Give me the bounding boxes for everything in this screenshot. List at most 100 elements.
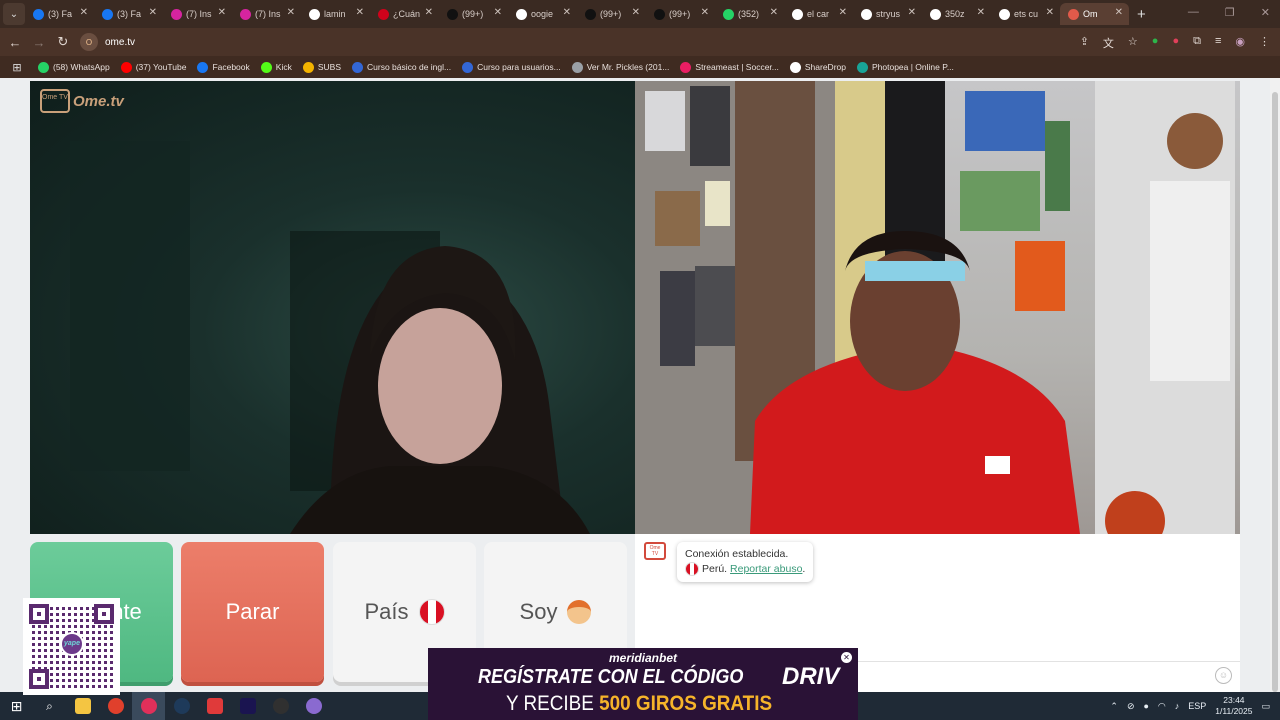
tab-close-icon[interactable]: ✕: [839, 7, 847, 18]
bookmark-item[interactable]: (37) YouTube: [120, 61, 186, 73]
stop-button[interactable]: Parar: [181, 542, 324, 682]
partner-country-line: Perú. Reportar abuso.: [685, 562, 805, 577]
apps-grid-icon[interactable]: ⊞: [4, 61, 30, 74]
logo-text: Ome.tv: [73, 92, 124, 110]
forward-icon[interactable]: →: [27, 35, 51, 50]
file-explorer-icon[interactable]: [66, 692, 99, 720]
browser-tab[interactable]: ets cu ✕: [991, 3, 1060, 25]
menu-icon[interactable]: ⋮: [1259, 35, 1270, 51]
network-off-icon[interactable]: ⊘: [1127, 701, 1135, 712]
install-app-icon[interactable]: ⇪: [1080, 35, 1089, 51]
clock[interactable]: 23:44 1/11/2025: [1215, 695, 1252, 717]
language-indicator[interactable]: ESP: [1188, 701, 1206, 711]
browser-tab[interactable]: (3) Fa ✕: [25, 3, 94, 25]
browser-tab[interactable]: (7) Ins ✕: [232, 3, 301, 25]
search-icon[interactable]: ⌕: [33, 692, 66, 720]
tab-close-icon[interactable]: ✕: [1115, 7, 1123, 18]
connection-status: Conexión establecida.: [685, 548, 789, 560]
minimize-icon[interactable]: —: [1188, 6, 1199, 19]
tab-favicon-icon: [1068, 8, 1079, 20]
bookmark-item[interactable]: Kick: [260, 61, 292, 73]
tab-close-icon[interactable]: ✕: [287, 7, 295, 18]
tab-close-icon[interactable]: ✕: [356, 7, 364, 18]
tab-close-icon[interactable]: ✕: [494, 7, 502, 18]
tab-close-icon[interactable]: ✕: [701, 7, 709, 18]
wifi-icon[interactable]: ◠: [1158, 701, 1166, 712]
bookmark-favicon-icon: [571, 61, 583, 73]
country-button-label: País: [364, 599, 409, 624]
bookmark-item[interactable]: Curso básico de ingl...: [352, 61, 451, 73]
browser-tab[interactable]: (352) ✕: [715, 3, 784, 25]
chrome-profile-icon[interactable]: [297, 692, 330, 720]
bookmark-item[interactable]: Curso para usuarios...: [462, 61, 561, 73]
browser-tab[interactable]: stryus ✕: [853, 3, 922, 25]
browser-tab[interactable]: oogie ✕: [508, 3, 577, 25]
tab-close-icon[interactable]: ✕: [563, 7, 571, 18]
browser-tab[interactable]: lamin ✕: [301, 3, 370, 25]
recorder-icon[interactable]: [198, 692, 231, 720]
browser-tab[interactable]: 350z ✕: [922, 3, 991, 25]
browser-tab[interactable]: (99+) ✕: [577, 3, 646, 25]
meridianbet-ad-banner[interactable]: meridianbet REGÍSTRATE CON EL CÓDIGO DRI…: [428, 648, 858, 720]
media-player-icon[interactable]: [132, 692, 165, 720]
scrollbar-thumb[interactable]: [1272, 92, 1278, 692]
tab-close-icon[interactable]: ✕: [1046, 7, 1054, 18]
extension-green-icon[interactable]: ●: [1152, 35, 1159, 51]
tab-close-icon[interactable]: ✕: [149, 7, 157, 18]
browser-tab[interactable]: (3) Fa ✕: [94, 3, 163, 25]
bookmark-favicon-icon: [197, 61, 209, 73]
browser-tab[interactable]: (99+) ✕: [646, 3, 715, 25]
bookmark-item[interactable]: (58) WhatsApp: [38, 61, 110, 73]
browser-tab[interactable]: ¿Cuán ✕: [370, 3, 439, 25]
tab-close-icon[interactable]: ✕: [770, 7, 778, 18]
bookmark-item[interactable]: Facebook: [197, 61, 250, 73]
bookmark-list: (58) WhatsApp (37) YouTube Facebook Kick SUB…: [38, 61, 965, 73]
bookmark-star-icon[interactable]: ☆: [1128, 35, 1138, 51]
bookmark-item[interactable]: Ver Mr. Pickles (201...: [571, 61, 669, 73]
tab-close-icon[interactable]: ✕: [977, 7, 985, 18]
bookmark-item[interactable]: Photopea | Online P...: [856, 61, 954, 73]
recorder-shape: [206, 698, 223, 714]
tray-expand-icon[interactable]: ⌃: [1110, 701, 1118, 712]
premiere-shape: [239, 698, 256, 714]
maximize-icon[interactable]: ❐: [1225, 6, 1235, 19]
microphone-icon[interactable]: ●: [1143, 701, 1148, 711]
new-tab-button[interactable]: +: [1137, 6, 1146, 23]
ad-close-icon[interactable]: ✕: [841, 652, 852, 663]
tab-close-icon[interactable]: ✕: [632, 7, 640, 18]
profile-avatar[interactable]: ◉: [1235, 35, 1245, 51]
address-bar[interactable]: O ome.tv: [80, 31, 1120, 53]
tab-search-icon[interactable]: ⌄: [3, 3, 25, 25]
reload-icon[interactable]: ↻: [51, 34, 75, 50]
browser-tab[interactable]: (7) Ins ✕: [163, 3, 232, 25]
translate-icon[interactable]: 文: [1103, 35, 1114, 51]
start-icon[interactable]: ⊞: [0, 692, 33, 720]
tab-title: ¿Cuán: [393, 9, 421, 19]
extension-red-icon[interactable]: ●: [1172, 35, 1179, 51]
browser-tab[interactable]: el car ✕: [784, 3, 853, 25]
report-abuse-link[interactable]: Reportar abuso: [730, 563, 802, 575]
volume-icon[interactable]: ♪: [1175, 701, 1180, 711]
back-icon[interactable]: ←: [3, 35, 27, 50]
bookmark-item[interactable]: ShareDrop: [789, 61, 846, 73]
notifications-icon[interactable]: ▭: [1261, 701, 1270, 712]
bookmark-item[interactable]: Streameast | Soccer...: [680, 61, 779, 73]
bookmark-item[interactable]: SUBS: [302, 61, 341, 73]
tab-close-icon[interactable]: ✕: [908, 7, 916, 18]
tab-close-icon[interactable]: ✕: [80, 7, 88, 18]
reading-list-icon[interactable]: ≡: [1215, 35, 1221, 51]
close-window-icon[interactable]: ✕: [1261, 6, 1270, 19]
url-text[interactable]: ome.tv: [105, 37, 135, 48]
tab-close-icon[interactable]: ✕: [425, 7, 433, 18]
obs-icon[interactable]: [264, 692, 297, 720]
premiere-icon[interactable]: [231, 692, 264, 720]
site-info-icon[interactable]: O: [80, 33, 98, 51]
browser-tab[interactable]: (99+) ✕: [439, 3, 508, 25]
tab-close-icon[interactable]: ✕: [218, 7, 226, 18]
emoji-icon[interactable]: ☺: [1215, 667, 1232, 684]
browser-tab[interactable]: Om ✕: [1060, 3, 1129, 25]
page-scrollbar[interactable]: [1270, 78, 1280, 692]
extensions-icon[interactable]: ⧉: [1193, 35, 1201, 51]
chrome-icon[interactable]: [99, 692, 132, 720]
steam-icon[interactable]: [165, 692, 198, 720]
